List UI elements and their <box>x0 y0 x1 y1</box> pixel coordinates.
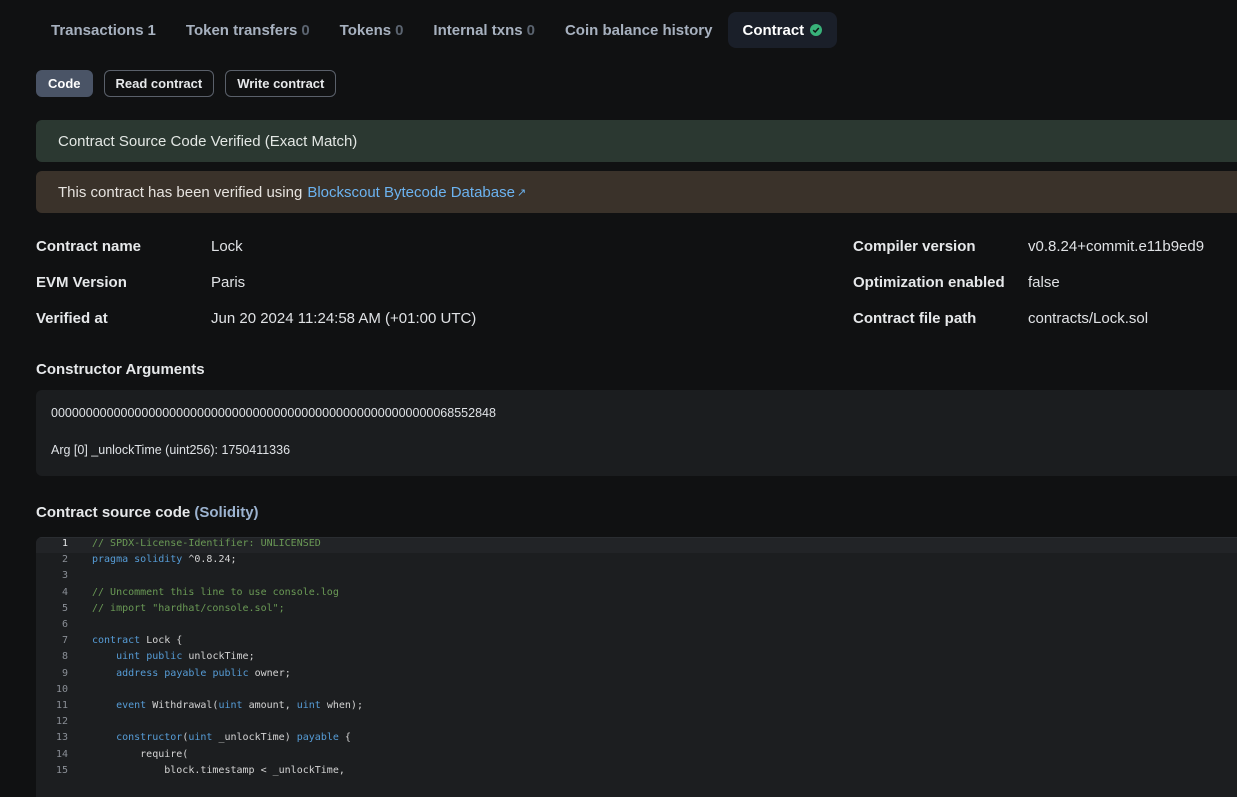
tab-count: 1 <box>147 21 156 39</box>
compiler-version-value: v0.8.24+commit.e11b9ed9 <box>1028 238 1205 255</box>
evm-version-label: EVM Version <box>36 274 127 291</box>
tab-label: Contract <box>742 21 805 39</box>
line-source: block.timestamp < _unlockTime, <box>92 764 345 776</box>
source-code-title-text: Contract source code <box>36 504 191 521</box>
tab-count: 0 <box>526 21 535 39</box>
constructor-arg: Arg [0] _unlockTime (uint256): 175041133… <box>51 443 291 457</box>
tab-coin-balance-history[interactable]: Coin balance history <box>550 12 728 48</box>
line-source: event Withdrawal(uint amount, uint when)… <box>116 700 363 711</box>
tab-count: 0 <box>395 21 404 39</box>
file-path-label: Contract file path <box>853 310 977 327</box>
contract-name-label: Contract name <box>36 238 142 255</box>
line-number: 4 <box>61 586 68 598</box>
line-number: 8 <box>61 651 68 663</box>
tab-tokens[interactable]: Tokens 0 <box>325 12 419 48</box>
constructor-hex: 0000000000000000000000000000000000000000… <box>51 406 496 420</box>
tab-token-transfers[interactable]: Token transfers 0 <box>171 12 325 48</box>
line-number: 11 <box>55 700 68 711</box>
code-subtabs: Code Read contract Write contract <box>36 70 337 97</box>
compiler-version-label: Compiler version <box>853 238 976 255</box>
code-button[interactable]: Code <box>36 70 93 97</box>
bytecode-db-alert: This contract has been verified using Bl… <box>36 171 1237 213</box>
line-source: constructor(uint _unlockTime) payable { <box>116 732 351 744</box>
line-source: // Uncomment this line to use console.lo… <box>92 586 339 598</box>
optimization-value: false <box>1028 274 1060 291</box>
line-source: uint public unlockTime; <box>116 651 255 663</box>
line-source: address payable public owner; <box>116 667 291 679</box>
line-source: // SPDX-License-Identifier: UNLICENSED <box>92 538 321 549</box>
constructor-box: 0000000000000000000000000000000000000000… <box>36 390 1237 476</box>
tab-transactions[interactable]: Transactions 1 <box>36 12 171 48</box>
tab-count: 0 <box>301 21 310 39</box>
verified-alert-text: Contract Source Code Verified (Exact Mat… <box>58 132 358 150</box>
line-number: 6 <box>61 619 68 630</box>
external-link-icon: ↗ <box>516 186 527 199</box>
line-number: 3 <box>61 570 68 582</box>
line-number: 9 <box>61 667 68 679</box>
verified-at-value: Jun 20 2024 11:24:58 AM (+01:00 UTC) <box>211 310 477 327</box>
tab-label: Coin balance history <box>564 21 713 39</box>
verified-at-label: Verified at <box>36 310 108 327</box>
tab-label: Token transfers <box>185 21 298 39</box>
tab-label: Transactions <box>51 21 144 39</box>
line-number: 13 <box>55 732 68 744</box>
bytecode-db-text: This contract has been verified using <box>58 183 303 201</box>
write-contract-button[interactable]: Write contract <box>225 70 337 97</box>
optimization-label: Optimization enabled <box>853 274 1005 291</box>
constructor-title: Constructor Arguments <box>36 361 205 378</box>
tab-contract[interactable]: Contract <box>727 12 838 48</box>
read-contract-button[interactable]: Read contract <box>103 70 215 97</box>
tab-label: Internal txns <box>433 21 523 39</box>
line-number: 1 <box>61 538 68 549</box>
contract-tabs: Transactions 1 Token transfers 0 Tokens … <box>36 12 838 48</box>
contract-name-value: Lock <box>211 238 243 255</box>
check-circle-icon <box>810 24 823 36</box>
tab-internal-txns[interactable]: Internal txns 0 <box>418 12 550 48</box>
evm-version-value: Paris <box>211 274 246 291</box>
source-language: (Solidity) <box>194 504 259 521</box>
source-code-title: Contract source code (Solidity) <box>36 504 259 521</box>
file-path-value: contracts/Lock.sol <box>1028 310 1149 327</box>
line-source: contract Lock { <box>92 635 183 647</box>
line-number: 15 <box>55 764 68 776</box>
tab-label: Tokens <box>339 21 392 39</box>
line-number: 5 <box>61 602 68 614</box>
line-source: pragma solidity ^0.8.24; <box>92 554 237 566</box>
line-number: 2 <box>61 554 68 566</box>
line-source: // import "hardhat/console.sol"; <box>92 602 285 614</box>
bytecode-db-link[interactable]: Blockscout Bytecode Database <box>307 184 515 201</box>
verified-alert: Contract Source Code Verified (Exact Mat… <box>36 120 1237 162</box>
line-number: 12 <box>55 716 68 728</box>
line-number: 14 <box>55 748 68 760</box>
code-editor[interactable]: 1 // SPDX-License-Identifier: UNLICENSED 2… <box>36 537 1237 797</box>
line-number: 10 <box>55 683 68 695</box>
line-source: require( <box>92 748 189 760</box>
line-number: 7 <box>61 635 68 647</box>
